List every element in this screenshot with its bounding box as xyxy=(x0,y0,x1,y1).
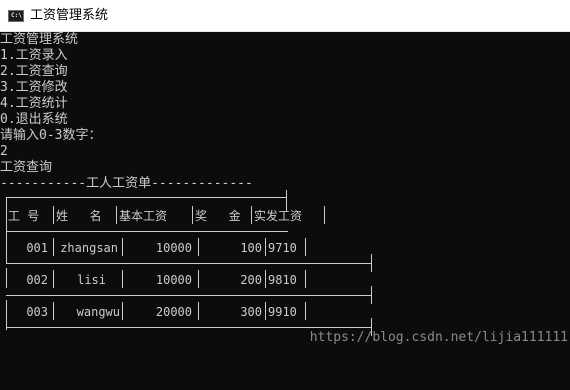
console-line-prompt: 请输入0-3数字： xyxy=(0,128,102,143)
table-title-line: -----------工人工资单------------- xyxy=(0,176,253,191)
row-2-base: 10000 xyxy=(155,273,192,287)
row-3-sep-4 xyxy=(265,302,266,320)
row-2-sep-2 xyxy=(122,270,123,288)
header-sep-2 xyxy=(116,206,117,224)
title-bar[interactable]: C:\ 工资管理系统 xyxy=(0,0,570,32)
console-window: C:\ 工资管理系统 工资管理系统 1.工资录入 2.工资查询 3.工资修改 4… xyxy=(0,0,570,390)
row-1-sep-2 xyxy=(122,238,123,256)
row-1-sep-5 xyxy=(305,238,306,256)
console-line-input: 2 xyxy=(0,144,8,159)
row-1-bonus: 100 xyxy=(240,241,262,255)
row-2-bottom-rule xyxy=(6,295,371,296)
header-cell-net: 实发工资 xyxy=(254,209,303,223)
header-top-rule xyxy=(6,197,286,198)
console-line-menu-1: 1.工资录入 xyxy=(0,48,68,63)
row-1-sep-3 xyxy=(198,238,199,256)
console-app-icon: C:\ xyxy=(8,10,24,22)
row-1-base: 10000 xyxy=(155,241,192,255)
header-cell-bonus: 奖 金 xyxy=(195,209,241,223)
row-3-name: wangwu xyxy=(76,305,120,319)
header-cell-id: 工 号 xyxy=(8,209,40,223)
row-3-left-edge-tail xyxy=(6,320,7,330)
row-1-left-edge xyxy=(6,236,7,256)
row-1-bottom-rule xyxy=(6,263,371,264)
console-line-menu-4: 4.工资统计 xyxy=(0,96,68,111)
row-2-sep-3 xyxy=(198,270,199,288)
row-2-bonus: 200 xyxy=(240,273,262,287)
row-3-sep-5 xyxy=(305,302,306,320)
header-sep-3 xyxy=(192,206,193,224)
header-sep-1 xyxy=(53,206,54,224)
header-cell-name: 姓 名 xyxy=(56,209,102,223)
row-2-id: 002 xyxy=(26,273,48,287)
header-sep-5 xyxy=(324,206,325,224)
window-title: 工资管理系统 xyxy=(30,8,109,23)
app-icon-glyph: C:\ xyxy=(11,12,22,19)
row-2-right-edge xyxy=(371,286,372,304)
row-2-sep-5 xyxy=(305,270,306,288)
console-line-query-heading: 工资查询 xyxy=(0,160,53,175)
row-2-sep-4 xyxy=(265,270,266,288)
row-1-right-edge xyxy=(371,254,372,272)
row-3-sep-3 xyxy=(198,302,199,320)
row-1-sep-4 xyxy=(265,238,266,256)
console-line-system-title: 工资管理系统 xyxy=(0,32,79,47)
header-bottom-rule xyxy=(6,231,288,232)
row-2-left-edge xyxy=(6,268,7,288)
console-line-menu-0: 0.退出系统 xyxy=(0,112,68,127)
row-3-net: 9910 xyxy=(268,305,297,319)
console-line-menu-3: 3.工资修改 xyxy=(0,80,68,95)
row-1-id: 001 xyxy=(26,241,48,255)
row-3-left-edge xyxy=(6,300,7,320)
row-3-bonus: 300 xyxy=(240,305,262,319)
row-2-name: lisi xyxy=(77,273,106,287)
header-sep-4 xyxy=(251,206,252,224)
row-3-sep-2 xyxy=(122,302,123,320)
row-3-bottom-rule xyxy=(6,327,371,328)
row-3-id: 003 xyxy=(26,305,48,319)
row-2-net: 9810 xyxy=(268,273,297,287)
row-1-net: 9710 xyxy=(268,241,297,255)
row-3-base: 20000 xyxy=(155,305,192,319)
row-1-name: zhangsan xyxy=(60,241,118,255)
console-line-menu-2: 2.工资查询 xyxy=(0,64,68,79)
header-cell-base: 基本工资 xyxy=(119,209,168,223)
watermark-url: https://blog.csdn.net/lijia111111 xyxy=(309,330,568,345)
